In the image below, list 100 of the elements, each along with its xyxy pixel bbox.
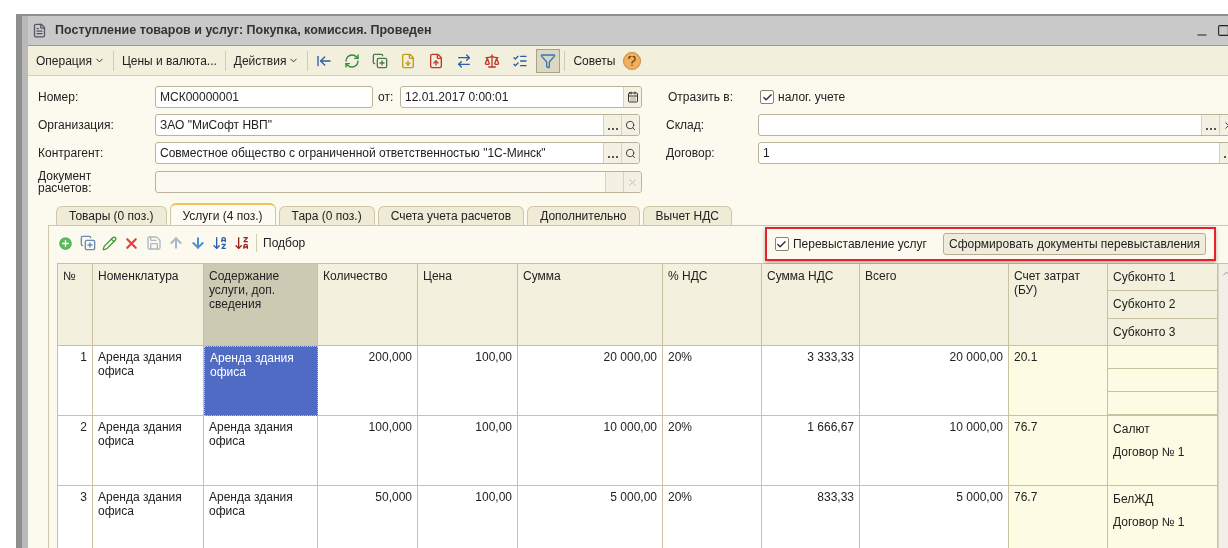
toolbar-menu[interactable]: Действия [229, 51, 304, 70]
column-header[interactable]: Номенклатура [93, 264, 204, 346]
table-cell: 3 333,33 [762, 346, 860, 416]
checkbox-label: Перевыставление услуг [792, 236, 927, 253]
column-header[interactable]: № [58, 264, 93, 346]
clear-icon [627, 176, 638, 188]
select-button[interactable] [1201, 115, 1219, 135]
toolbar-menu[interactable]: Цены и валюта... [117, 51, 221, 70]
column-header[interactable]: Цена [418, 264, 518, 346]
table-cell: 76.7 [1009, 486, 1108, 548]
column-header[interactable]: Субконто 3 [1108, 318, 1217, 345]
tab[interactable]: Товары (0 поз.) [56, 206, 167, 225]
table-cell: 200,000 [318, 346, 418, 416]
table-cell: 20 000,00 [518, 346, 663, 416]
table-cell: 20.1 [1009, 346, 1108, 416]
ellipsis-icon [607, 126, 618, 130]
column-header[interactable]: Всего [860, 264, 1009, 346]
open-button[interactable] [621, 115, 640, 135]
tab[interactable]: Тара (0 поз.) [278, 206, 375, 225]
column-header[interactable]: Сумма НДС [762, 264, 860, 346]
table-cell: Аренда здания офиса [93, 346, 204, 416]
table-cell-text: Салют [1112, 421, 1151, 438]
help-icon[interactable] [623, 51, 642, 70]
table-cell: 20% [663, 416, 762, 486]
table-cell: 1 666,67 [762, 416, 860, 486]
table-cell: 3 [58, 486, 93, 548]
table-cell: 10 000,00 [860, 416, 1009, 486]
calendar-icon [626, 91, 639, 103]
search-icon [625, 119, 637, 131]
table-cell: Аренда здания офиса [93, 486, 204, 548]
contract-field[interactable]: 1 [758, 142, 1228, 164]
table-cell-text: БелЖД [1112, 491, 1155, 508]
table-cell: 833,33 [762, 486, 860, 548]
select-button[interactable] [603, 115, 622, 135]
column-header[interactable]: Содержание услуги, доп. сведения [204, 264, 318, 346]
table-cell: 100,000 [318, 416, 418, 486]
field-label: Отразить в: [668, 89, 735, 106]
column-header[interactable]: Количество [318, 264, 418, 346]
document-icon [32, 23, 47, 38]
calendar-button[interactable] [623, 87, 641, 107]
table-cell: 50,000 [318, 486, 418, 548]
tax-checkbox[interactable] [760, 90, 774, 104]
field-label: Склад: [666, 117, 706, 134]
move-down-icon[interactable] [190, 235, 206, 251]
checkbox-label: налог. учете [778, 89, 846, 106]
field-label: Номер: [38, 89, 80, 106]
tab[interactable]: Услуги (4 поз.) [169, 203, 276, 225]
copy-icon[interactable] [80, 235, 96, 251]
field-label: Организация: [38, 117, 115, 134]
counterparty-field[interactable]: Совместное общество с ограниченной ответственностью "1С-Минск" [155, 142, 641, 164]
table-cell: 5 000,00 [860, 486, 1009, 548]
toolbar-menu[interactable]: Операция [32, 51, 109, 70]
column-header[interactable]: Субконто 2 [1108, 291, 1217, 319]
table-cell: 5 000,00 [518, 486, 663, 548]
table-cell: 20% [663, 346, 762, 416]
table-cell-text: Договор № 1 [1112, 514, 1186, 531]
add-icon[interactable] [57, 234, 74, 252]
table-cell: 20% [663, 486, 762, 548]
select-button[interactable] [603, 143, 622, 163]
number-field[interactable]: МСК00000001 [155, 86, 373, 108]
organization-field[interactable]: ЗАО "МиСофт НВП" [155, 114, 641, 136]
warehouse-field[interactable] [758, 114, 1228, 136]
table-cell: Аренда здания офиса [204, 486, 318, 548]
table-cell: 1 [58, 346, 93, 416]
field-label: Контрагент: [38, 145, 105, 162]
maximize-icon[interactable] [1217, 24, 1228, 37]
tab[interactable]: Счета учета расчетов [377, 206, 525, 225]
ellipsis-icon [607, 154, 618, 158]
sort-ascending-icon[interactable] [212, 235, 228, 251]
tab[interactable]: Вычет НДС [642, 206, 732, 225]
date-field[interactable]: 12.01.2017 0:00:01 [400, 86, 642, 108]
table-cell: 100,00 [418, 486, 518, 548]
column-header[interactable]: Сумма [518, 264, 663, 346]
table-cell: Аренда здания офиса [204, 346, 318, 416]
reissue-checkbox[interactable] [774, 237, 789, 251]
open-button[interactable] [621, 143, 640, 163]
field-label: Договор: [666, 145, 716, 162]
table-cell: 10 000,00 [518, 416, 663, 486]
search-icon [625, 147, 637, 159]
generate-documents-button[interactable]: Сформировать документы перевыставления [943, 233, 1206, 255]
table-cell: 2 [58, 416, 93, 486]
column-header[interactable]: Субконто 1 [1108, 264, 1217, 292]
table-cell: 20 000,00 [860, 346, 1009, 416]
column-header[interactable]: Счет затрат (БУ) [1009, 264, 1108, 346]
edit-icon[interactable] [102, 235, 117, 251]
field-label: от: [378, 89, 395, 106]
table-cell-text: Договор № 1 [1112, 444, 1186, 461]
filter-icon[interactable] [536, 48, 561, 73]
pick-button[interactable]: Подбор [259, 234, 310, 252]
field-label: Документ расчетов: [38, 170, 93, 194]
table-cell: Аренда здания офиса [204, 416, 318, 486]
sort-descending-icon[interactable] [234, 235, 250, 251]
table-cell: Аренда здания офиса [93, 416, 204, 486]
ellipsis-icon [1205, 126, 1216, 130]
table-cell: 100,00 [418, 416, 518, 486]
tab[interactable]: Дополнительно [527, 206, 640, 225]
column-header[interactable]: % НДС [663, 264, 762, 346]
table-cell: 100,00 [418, 346, 518, 416]
table-cell: 76.7 [1009, 416, 1108, 486]
tips-button[interactable]: Советы [569, 51, 620, 70]
